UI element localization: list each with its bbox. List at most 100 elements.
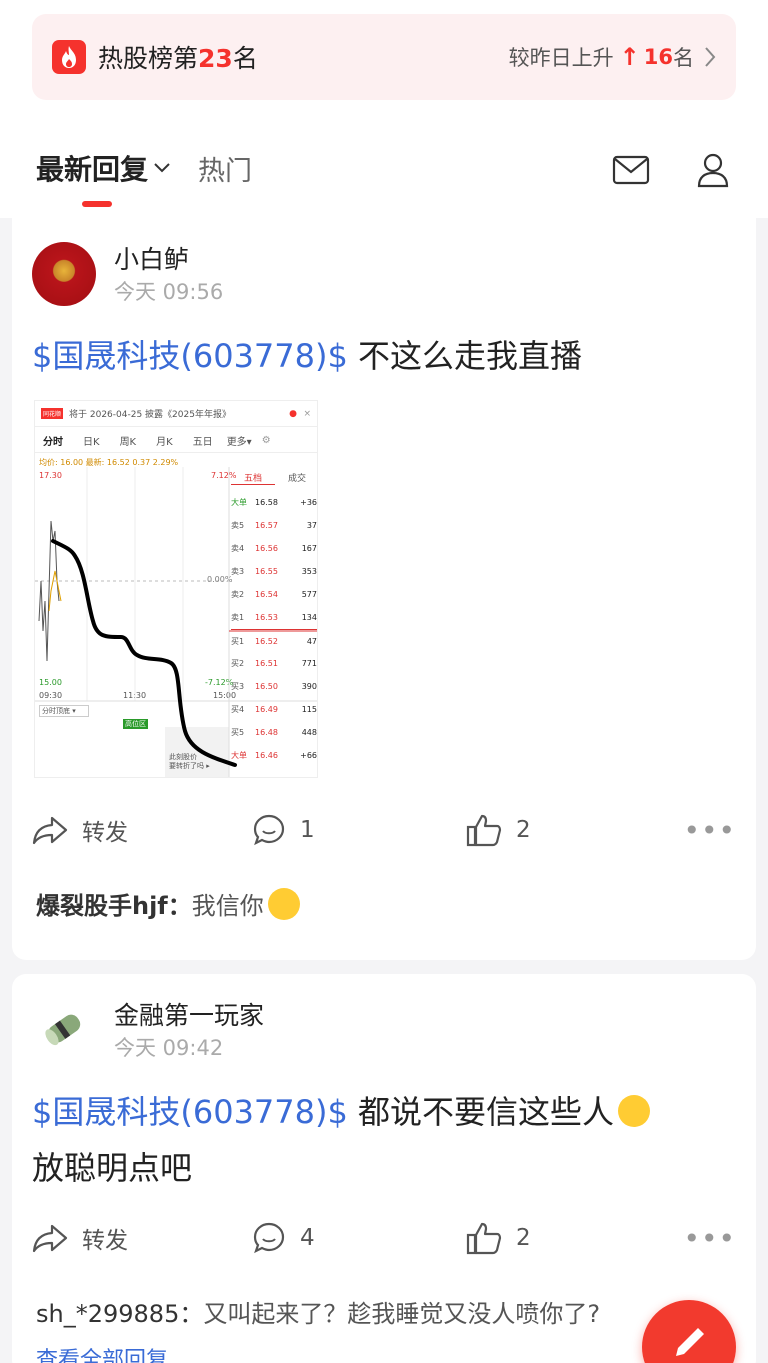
order-book-volume: 390: [301, 682, 317, 691]
post-actions: 转发 1 2 •••: [32, 808, 736, 852]
order-book-volume: 448: [301, 728, 317, 737]
order-book-label: 买3: [231, 682, 245, 691]
order-book-price: 16.58: [255, 498, 278, 507]
order-book-volume: 167: [301, 544, 317, 553]
order-book-price: 16.57: [255, 521, 278, 530]
reply-preview[interactable]: 爆裂股手hjf：我信你: [36, 886, 300, 923]
avatar[interactable]: [32, 998, 96, 1062]
stock-link[interactable]: $国晟科技(603778)$: [32, 337, 348, 375]
order-book: 大单 16.58 +36 卖5 16.57 37 卖4 16.56 167 卖3 16.55 353 卖…: [231, 491, 317, 767]
post-username[interactable]: 金融第一玩家: [114, 996, 264, 1032]
order-book-row: 买4 16.49 115: [231, 698, 317, 721]
crying-emoji-icon: [618, 1095, 651, 1127]
order-book-row: 买1 16.52 47: [231, 629, 317, 652]
order-book-label: 大单: [231, 751, 247, 760]
rank-change: 较昨日上升 ↑ 16 名: [509, 42, 716, 72]
order-book-label: 买5: [231, 728, 245, 737]
book-tab[interactable]: 五档: [231, 471, 275, 485]
order-book-volume: 47: [306, 636, 317, 646]
emoji-icon: [267, 888, 300, 920]
order-book-row: 卖2 16.54 577: [231, 583, 317, 606]
order-book-volume: +36: [300, 498, 317, 507]
flame-icon: [52, 40, 86, 74]
order-book-volume: 353: [301, 567, 317, 576]
avatar[interactable]: [32, 242, 96, 306]
pencil-icon: [676, 1328, 704, 1356]
order-book-label: 卖1: [231, 613, 245, 622]
order-book-label: 买4: [231, 705, 245, 714]
reply-author: sh_*299885：: [36, 1300, 204, 1328]
order-book-price: 16.49: [255, 705, 278, 714]
order-book-price: 16.48: [255, 728, 278, 737]
order-book-label: 卖3: [231, 567, 245, 576]
like-button[interactable]: 2: [466, 813, 531, 847]
user-icon[interactable]: [696, 152, 730, 188]
order-book-volume: 577: [301, 590, 317, 599]
comment-button[interactable]: 1: [252, 813, 315, 847]
order-book-volume: 134: [301, 613, 317, 622]
order-book-price: 16.46: [255, 751, 278, 760]
forward-button[interactable]: 转发: [32, 1221, 128, 1255]
chevron-down-icon: [154, 163, 170, 173]
order-book-label: 买2: [231, 659, 245, 668]
stock-link[interactable]: $国晟科技(603778)$: [32, 1093, 348, 1131]
thumbs-up-icon: [466, 1222, 502, 1255]
post-image[interactable]: 同花顺 将于 2026-04-25 披露《2025年年报》 ● × 分时 日K …: [34, 400, 318, 778]
arrow-up-icon: ↑: [619, 43, 640, 71]
order-book-row: 卖1 16.53 134: [231, 606, 317, 629]
book-tab[interactable]: 成交: [275, 471, 317, 485]
order-book-row: 买5 16.48 448: [231, 721, 317, 744]
forward-button[interactable]: 转发: [32, 813, 128, 847]
money-roll-icon: [45, 1014, 81, 1046]
hot-rank-title: 热股榜第23名: [98, 44, 258, 73]
comment-icon: [253, 814, 285, 846]
post-actions: 转发 4 2 •••: [32, 1216, 736, 1260]
more-options-icon[interactable]: •••: [683, 814, 736, 847]
post-username[interactable]: 小白鲈: [114, 240, 189, 276]
order-book-price: 16.50: [255, 682, 278, 691]
active-tab-indicator: [82, 201, 112, 207]
order-book-label: 大单: [231, 498, 247, 507]
order-book-label: 卖5: [231, 521, 245, 530]
comment-icon: [253, 1222, 285, 1254]
comment-button[interactable]: 4: [252, 1221, 315, 1255]
reply-text: 又叫起来了？趁我睡觉又没人喷你了?: [203, 1300, 601, 1328]
order-book-price: 16.55: [255, 567, 278, 576]
post-time: 今天 09:42: [114, 1036, 224, 1060]
chevron-right-icon: [705, 47, 716, 67]
hot-rank-number: 23: [198, 44, 233, 73]
view-all-replies-link[interactable]: 查看全部回复: [36, 1342, 168, 1363]
order-book-volume: 115: [301, 705, 317, 714]
post-content: $国晟科技(603778)$ 不这么走我直播: [32, 337, 583, 375]
order-book-price: 16.52: [255, 636, 278, 646]
tab-hot[interactable]: 热门: [198, 149, 252, 188]
order-book-label: 卖2: [231, 590, 245, 599]
order-book-row: 买3 16.50 390: [231, 675, 317, 698]
post-content: $国晟科技(603778)$ 都说不要信这些人 放聪明点吧: [32, 1084, 732, 1196]
order-book-row: 买2 16.51 771: [231, 652, 317, 675]
order-book-row: 卖4 16.56 167: [231, 537, 317, 560]
top-header: 热股榜第23名 较昨日上升 ↑ 16 名 最新回复 热门: [0, 0, 768, 218]
reply-author: 爆裂股手hjf：: [36, 892, 192, 920]
order-book-volume: 37: [306, 521, 317, 530]
post-time: 今天 09:56: [114, 280, 224, 304]
order-book-tabs: 五档 成交: [231, 471, 317, 485]
tab-latest-replies[interactable]: 最新回复: [36, 148, 170, 188]
hot-rank-banner[interactable]: 热股榜第23名 较昨日上升 ↑ 16 名: [32, 14, 736, 100]
reply-text: 我信你: [191, 892, 264, 920]
order-book-row: 卖3 16.55 353: [231, 560, 317, 583]
order-book-price: 16.56: [255, 544, 278, 553]
like-button[interactable]: 2: [466, 1221, 531, 1255]
rank-change-value: 16: [643, 45, 673, 69]
mail-icon[interactable]: [612, 154, 650, 186]
reply-preview[interactable]: sh_*299885：又叫起来了？趁我睡觉又没人喷你了?: [36, 1294, 600, 1329]
post-card[interactable]: 金融第一玩家 今天 09:42 $国晟科技(603778)$ 都说不要信这些人 …: [12, 974, 756, 1363]
more-options-icon[interactable]: •••: [683, 1222, 736, 1255]
post-card[interactable]: 小白鲈 今天 09:56 $国晟科技(603778)$ 不这么走我直播 同花顺 …: [12, 218, 756, 960]
tab-bar: 最新回复 热门: [36, 148, 252, 188]
order-book-volume: 771: [301, 659, 317, 668]
share-icon: [32, 1224, 68, 1253]
thumbs-up-icon: [466, 814, 502, 847]
order-book-row: 卖5 16.57 37: [231, 514, 317, 537]
order-book-price: 16.54: [255, 590, 278, 599]
